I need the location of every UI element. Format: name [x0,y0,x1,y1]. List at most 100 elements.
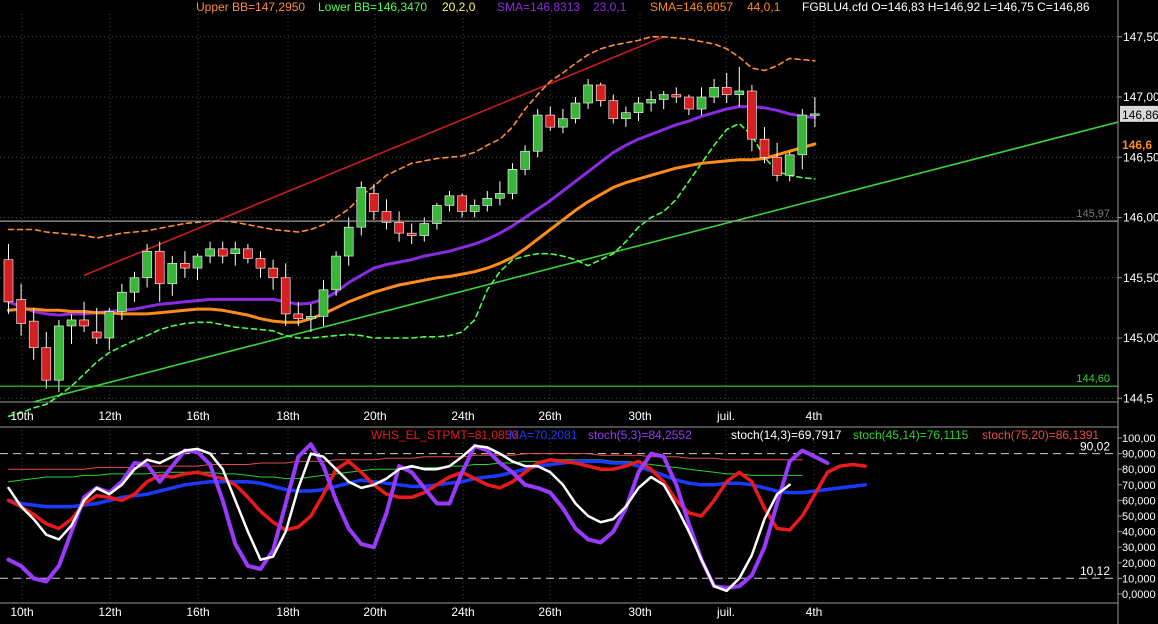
candle-body [230,248,241,254]
candle-body [684,96,694,110]
candle-body [91,331,102,339]
candle-body [79,319,89,327]
y-tick-label: 30,000 [1122,542,1156,554]
stoch53-label: stoch(5,3)=84,2552 [588,428,692,442]
x-tick-label: juil. [716,605,735,619]
candle-body [495,193,505,199]
stoch-level-label: 10,12 [1080,564,1110,578]
candle-body [721,87,732,95]
y-tick-label: 145,50 [1123,271,1158,285]
x-tick-label: 24th [451,605,474,619]
candle-body [507,169,518,194]
candle-body [129,277,140,293]
y-tick-label: 50,000 [1122,511,1156,523]
candle-body [255,258,266,269]
candle-body [671,94,682,98]
candle-body [709,87,719,98]
ohlc-label: FGBLU4.cfd O=146,83 H=146,92 L=146,75 C=… [802,0,1090,14]
y-tick-label: 146,00 [1123,211,1158,225]
ma-label: MA=70,2081 [509,428,578,442]
stochastic-lines [6,442,868,593]
y-tick-label: 100,00 [1122,433,1156,445]
x-tick-label: 12th [98,409,121,423]
candle-body [658,94,669,100]
candle-body [343,226,354,257]
y-tick-label: 60,000 [1122,495,1156,507]
candle-body [293,313,304,320]
x-tick-label: 16th [186,409,209,423]
candle-body [633,102,644,113]
candle-body [28,320,39,348]
candle-body [532,114,543,152]
candlesticks [3,66,820,393]
trendline-upper [83,36,665,277]
x-tick-label: juil. [716,409,735,423]
x-tick-label: 20th [363,605,386,619]
x-tick-label: 30th [628,605,651,619]
y-tick-label: 147,00 [1123,90,1158,104]
y-tick-label: 80,000 [1122,464,1156,476]
stoch-grid: 90,0210,12 [0,430,1118,600]
y-tick-label: 145,00 [1123,331,1158,345]
candle-body [205,248,215,257]
y-tick-label: 20,000 [1122,558,1156,570]
candle-body [318,289,329,317]
candle-body [66,319,77,327]
candle-body [482,197,493,206]
price-y-axis: 147,50 147,00 146,50 146,00 145,50 145,00 144,… [1118,30,1158,405]
x-tick-label: 24th [451,409,474,423]
candle-body [243,248,253,259]
candle-body [747,90,757,140]
candle-body [167,262,178,285]
sma44-label: SMA=146,6057 [650,0,734,14]
candle-body [192,255,203,269]
candle-body [104,311,115,339]
candle-body [54,325,64,381]
candle-body [280,277,291,315]
candle-body [734,90,745,95]
x-tick-label: 18th [276,605,299,619]
bb-params-label: 20,2,0 [442,0,476,14]
y-tick-label: 144,5 [1123,391,1153,405]
y-tick-label: 40,000 [1122,527,1156,539]
candle-body [117,291,127,312]
stoch-y-axis: 100,00 90,000 80,000 70,000 60,000 50,000 40,0… [1118,433,1156,601]
candle-body [608,100,619,119]
y-tick-label: 10,000 [1122,573,1156,585]
candle-body [621,112,631,119]
candle-body [406,232,417,236]
candle-body [419,223,430,236]
sma23-label: SMA=146,8313 [497,0,581,14]
candle-body [394,222,404,234]
candle-body [41,347,52,381]
sma44-params-label: 44,0,1 [747,0,781,14]
stoch4514-label: stoch(45,14)=76,1115 [853,428,969,442]
x-tick-label: 26th [538,409,561,423]
candle-body [797,114,808,156]
candle-body [180,262,190,269]
series-line-lower-bb [7,122,816,418]
x-tick-label: 26th [538,605,561,619]
last-price-label: 146,86 [1122,108,1158,122]
candle-body [545,114,556,128]
candle-body [583,84,593,104]
candle-body [595,84,606,101]
candle-body [369,193,379,212]
series-line-upper-bb [7,35,816,239]
y-tick-label: 0,0000 [1122,589,1156,601]
chart-canvas: 145,97 144,60 147,50 147,00 146,50 146,00 145… [0,0,1158,624]
x-tick-label: 4th [806,409,823,423]
candle-body [268,267,278,279]
x-tick-label: 20th [363,409,386,423]
candle-body [154,250,165,285]
stoch7520-label: stoch(75,20)=86,1391 [982,428,1100,442]
candle-body [142,250,152,279]
y-tick-label: 70,000 [1122,480,1156,492]
x-tick-label: 10th [10,409,33,423]
candle-body [772,156,782,176]
x-tick-label: 16th [186,605,209,619]
candle-body [646,99,656,104]
reference-line-label: 145,97 [1076,208,1110,220]
candle-body [457,195,467,212]
candle-body [469,205,480,212]
